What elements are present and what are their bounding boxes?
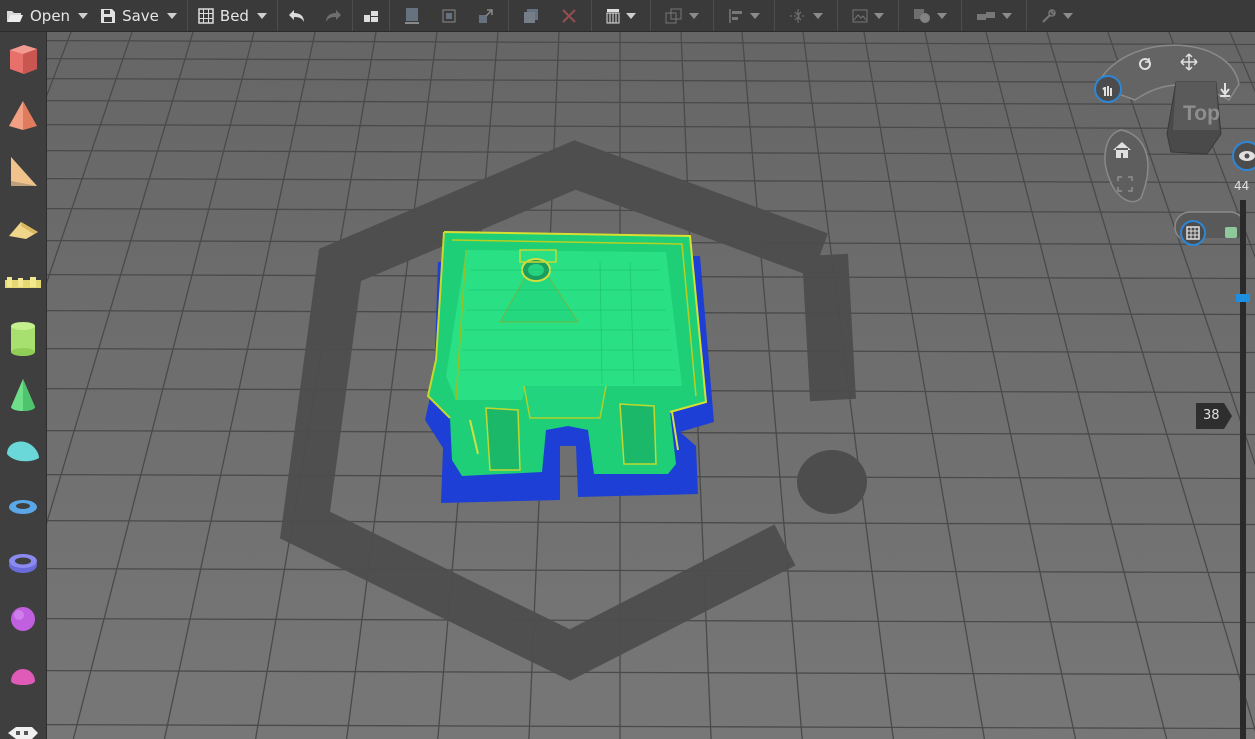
align-left-icon xyxy=(729,8,742,23)
redo-icon xyxy=(325,9,341,22)
prism-icon xyxy=(9,222,38,239)
current-layer-value: 38 xyxy=(1203,408,1220,423)
move-icon[interactable] xyxy=(1179,52,1199,72)
arrange-button[interactable] xyxy=(359,3,383,28)
transform-button[interactable] xyxy=(661,3,703,28)
hand-pan-icon[interactable] xyxy=(1093,74,1123,104)
distribute-button[interactable] xyxy=(785,3,827,28)
tools-dropdown-chevron-icon[interactable] xyxy=(1062,12,1073,19)
bed-button[interactable]: Bed xyxy=(194,3,271,28)
save-disk-icon xyxy=(101,8,116,23)
wrench-icon xyxy=(1042,8,1056,23)
delete-button[interactable] xyxy=(557,3,581,28)
add-cone-button[interactable] xyxy=(4,376,42,414)
slice-button[interactable] xyxy=(602,3,640,28)
add-hemisphere-button[interactable] xyxy=(4,656,42,694)
torus-half-icon xyxy=(7,441,39,462)
transform-dropdown-chevron-icon[interactable] xyxy=(688,12,699,19)
grid-view-icon[interactable] xyxy=(1180,220,1206,246)
view-cube-label[interactable]: Top xyxy=(1183,102,1220,126)
join-icon xyxy=(976,11,995,20)
rotate-icon[interactable] xyxy=(1135,54,1155,74)
add-prism-button[interactable] xyxy=(4,208,42,246)
bed-label: Bed xyxy=(219,6,249,25)
view-navigator: Top xyxy=(1091,38,1255,246)
slice-layers-icon xyxy=(606,8,620,23)
save-dropdown-chevron-icon[interactable] xyxy=(166,12,177,19)
cylinder-icon xyxy=(11,322,35,356)
sphere-icon xyxy=(11,607,35,631)
layer-slider-track xyxy=(1240,200,1246,739)
slicer-app: Open Save Bed Top 44 38 xyxy=(0,0,1255,739)
join-button[interactable] xyxy=(972,3,1016,28)
home-icon[interactable] xyxy=(1111,140,1133,160)
save-button[interactable]: Save xyxy=(96,3,181,28)
add-3d-text-button[interactable] xyxy=(4,712,42,739)
add-wedge-button[interactable] xyxy=(4,152,42,190)
image-dropdown-chevron-icon[interactable] xyxy=(873,12,884,19)
distribute-icon xyxy=(789,8,806,23)
undo-button[interactable] xyxy=(284,3,310,28)
cone-icon xyxy=(11,379,35,411)
hemisphere-icon xyxy=(11,669,35,685)
3d-viewport[interactable]: Top xyxy=(47,32,1255,739)
cube-icon xyxy=(10,45,37,74)
layer-slider[interactable] xyxy=(1236,180,1250,739)
add-cylinder-button[interactable] xyxy=(4,320,42,358)
main-toolbar: Open Save Bed xyxy=(0,0,1255,32)
center-icon xyxy=(442,9,456,22)
place-on-face-button[interactable] xyxy=(400,3,424,28)
add-text-button[interactable] xyxy=(4,264,42,302)
fit-screen-icon[interactable] xyxy=(1117,176,1133,192)
add-cube-button[interactable] xyxy=(4,40,42,78)
place-face-icon xyxy=(404,7,419,24)
arrange-icon xyxy=(363,10,378,22)
tube-icon xyxy=(9,554,37,573)
layer-slider-thumb[interactable] xyxy=(1236,294,1250,302)
ring-icon xyxy=(9,500,37,514)
join-dropdown-chevron-icon[interactable] xyxy=(1001,12,1012,19)
bed-grid-icon xyxy=(198,7,214,24)
boolean-icon xyxy=(913,8,930,23)
align-button[interactable] xyxy=(724,3,764,28)
image-button[interactable] xyxy=(848,3,888,28)
undo-icon xyxy=(288,9,304,22)
tools-button[interactable] xyxy=(1037,3,1077,28)
align-dropdown-chevron-icon[interactable] xyxy=(749,12,760,19)
scale-icon xyxy=(478,8,493,23)
add-pyramid-button[interactable] xyxy=(4,96,42,134)
current-layer-badge: 38 xyxy=(1194,402,1232,430)
bed-dropdown-chevron-icon[interactable] xyxy=(256,12,267,19)
text-3d-icon xyxy=(8,727,38,739)
wedge-icon xyxy=(11,157,37,186)
add-sphere-button[interactable] xyxy=(4,600,42,638)
boolean-dropdown-chevron-icon[interactable] xyxy=(936,12,947,19)
duplicate-icon xyxy=(523,8,538,23)
transform-icon xyxy=(665,8,682,23)
open-dropdown-chevron-icon[interactable] xyxy=(78,12,89,19)
add-half-torus-button[interactable] xyxy=(4,432,42,470)
slice-dropdown-chevron-icon[interactable] xyxy=(625,12,636,19)
build-plate xyxy=(47,32,1255,739)
zoom-down-icon[interactable] xyxy=(1215,80,1235,100)
image-icon xyxy=(852,9,868,22)
delete-x-icon xyxy=(562,8,576,23)
add-ring-button[interactable] xyxy=(4,488,42,526)
distribute-dropdown-chevron-icon[interactable] xyxy=(812,12,823,19)
duplicate-button[interactable] xyxy=(519,3,543,28)
open-button[interactable]: Open xyxy=(2,3,92,28)
perspective-eye-icon[interactable] xyxy=(1231,140,1255,172)
center-button[interactable] xyxy=(438,3,460,28)
redo-button[interactable] xyxy=(320,3,346,28)
folder-open-icon xyxy=(7,10,23,22)
boolean-button[interactable] xyxy=(909,3,951,28)
add-tube-button[interactable] xyxy=(4,544,42,582)
save-label: Save xyxy=(122,6,159,25)
text-icon xyxy=(5,277,41,288)
shape-sidebar xyxy=(0,32,47,739)
pyramid-icon xyxy=(9,101,37,130)
scale-button[interactable] xyxy=(474,3,498,28)
open-label: Open xyxy=(30,6,71,25)
